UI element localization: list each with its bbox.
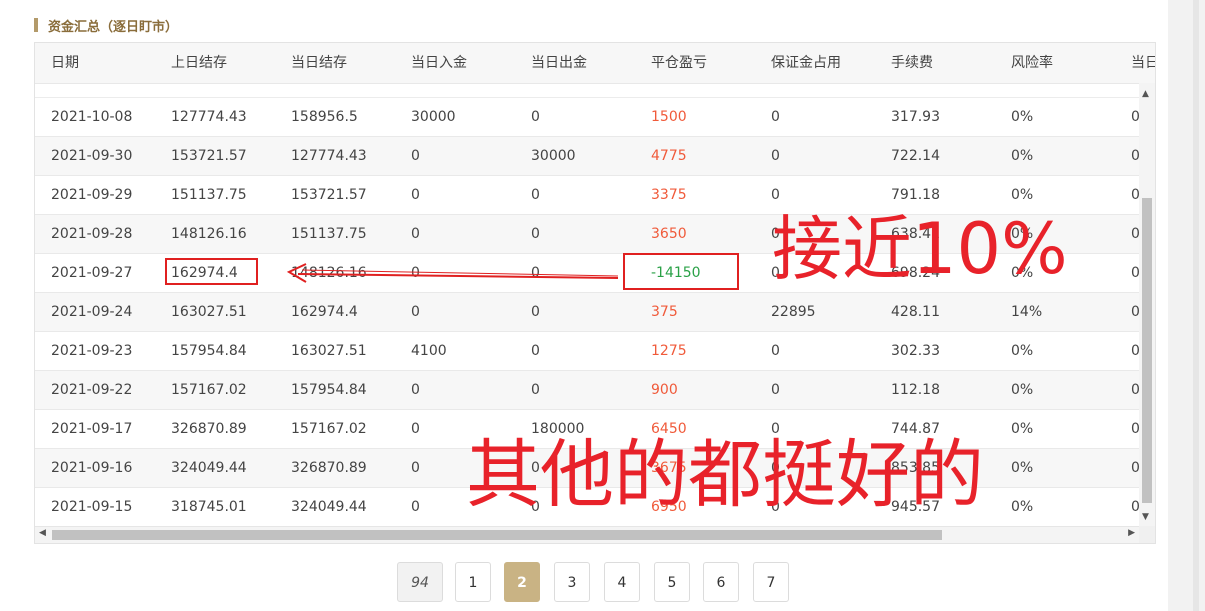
- annotation-arrow: [286, 263, 619, 283]
- annotation-arrow-head: [286, 263, 307, 283]
- annotation-note-2: 其他的都挺好的: [466, 432, 984, 518]
- annotation-note-1: 接近10%: [772, 208, 1068, 290]
